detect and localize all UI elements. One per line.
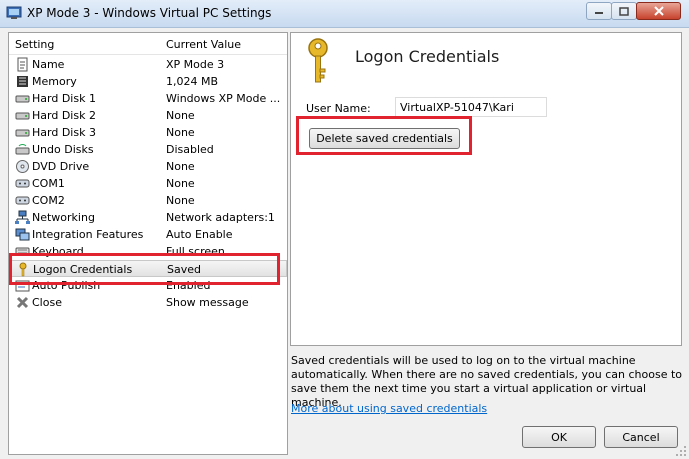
maximize-icon (619, 6, 629, 16)
minimize-button[interactable] (586, 2, 612, 20)
close-x-icon (16, 296, 29, 309)
cancel-button[interactable]: Cancel (604, 426, 678, 448)
settings-row-networking[interactable]: Networking Network adapters:1 (9, 209, 287, 226)
setting-value: None (166, 126, 195, 139)
key-icon (308, 38, 328, 83)
setting-name: Close (32, 296, 62, 309)
setting-name: Hard Disk 3 (32, 126, 96, 139)
settings-row-memory[interactable]: Memory 1,024 MB (9, 73, 287, 90)
setting-value: Network adapters:1 (166, 211, 275, 224)
user-name-label: User Name: (306, 102, 371, 115)
hard-disk-icon (15, 112, 30, 120)
ok-button[interactable]: OK (522, 426, 596, 448)
setting-value: Show message (166, 296, 249, 309)
setting-value: None (166, 177, 195, 190)
setting-value: Auto Enable (166, 228, 233, 241)
memory-chip-icon (17, 76, 28, 87)
setting-name: Name (32, 58, 65, 71)
integration-icon (15, 228, 30, 241)
dvd-drive-icon (16, 160, 29, 173)
settings-row-undo-disks[interactable]: Undo Disks Disabled (9, 141, 287, 158)
minimize-icon (595, 12, 603, 14)
settings-row-hard-disk-1[interactable]: Hard Disk 1 Windows XP Mode ... (9, 90, 287, 107)
window-title: XP Mode 3 - Windows Virtual PC Settings (27, 6, 272, 20)
setting-value: Windows XP Mode ... (166, 92, 281, 105)
settings-row-hard-disk-2[interactable]: Hard Disk 2 None (9, 107, 287, 124)
network-icon (15, 210, 30, 224)
settings-row-com1[interactable]: COM1 None (9, 175, 287, 192)
settings-list[interactable]: Setting Current Value Name XP Mode 3 Memor… (8, 32, 288, 455)
com-port-icon (15, 179, 30, 188)
undo-disk-icon (15, 143, 30, 155)
setting-name: DVD Drive (32, 160, 90, 173)
highlight-box-right (296, 116, 472, 155)
setting-value: Disabled (166, 143, 214, 156)
settings-row-com2[interactable]: COM2 None (9, 192, 287, 209)
setting-name: Integration Features (32, 228, 144, 241)
com-port-icon (15, 196, 30, 205)
setting-value: None (166, 194, 195, 207)
settings-window: XP Mode 3 - Windows Virtual PC Settings … (0, 0, 689, 459)
setting-name: Hard Disk 2 (32, 109, 96, 122)
settings-row-integration-features[interactable]: Integration Features Auto Enable (9, 226, 287, 243)
setting-value: 1,024 MB (166, 75, 219, 88)
close-window-button[interactable] (636, 2, 681, 20)
hard-disk-icon (15, 95, 30, 103)
maximize-button[interactable] (611, 2, 637, 20)
list-header: Setting Current Value (9, 33, 287, 55)
settings-row-hard-disk-3[interactable]: Hard Disk 3 None (9, 124, 287, 141)
settings-row-dvd-drive[interactable]: DVD Drive None (9, 158, 287, 175)
setting-name: Undo Disks (32, 143, 94, 156)
setting-value: None (166, 109, 195, 122)
title-bar[interactable]: XP Mode 3 - Windows Virtual PC Settings (0, 0, 689, 28)
highlight-box-left (9, 253, 280, 285)
close-icon (653, 6, 664, 16)
settings-row-close[interactable]: Close Show message (9, 294, 287, 311)
detail-title: Logon Credentials (355, 47, 500, 66)
setting-value: None (166, 160, 195, 173)
column-header-value: Current Value (166, 38, 242, 51)
hard-disk-icon (15, 129, 30, 137)
detail-panel: Logon Credentials User Name: VirtualXP-5… (290, 32, 682, 346)
settings-row-name[interactable]: Name XP Mode 3 (9, 56, 287, 73)
setting-name: COM2 (32, 194, 65, 207)
setting-name: Hard Disk 1 (32, 92, 96, 105)
column-header-setting: Setting (15, 38, 55, 51)
setting-name: COM1 (32, 177, 65, 190)
setting-name: Memory (32, 75, 77, 88)
more-info-link[interactable]: More about using saved credentials (291, 402, 487, 415)
user-name-field[interactable]: VirtualXP-51047\Kari (395, 97, 547, 117)
virtual-pc-icon (6, 6, 22, 19)
resize-grip-icon[interactable] (676, 446, 687, 457)
setting-value: XP Mode 3 (166, 58, 225, 71)
name-doc-icon (17, 57, 28, 72)
setting-name: Networking (32, 211, 95, 224)
